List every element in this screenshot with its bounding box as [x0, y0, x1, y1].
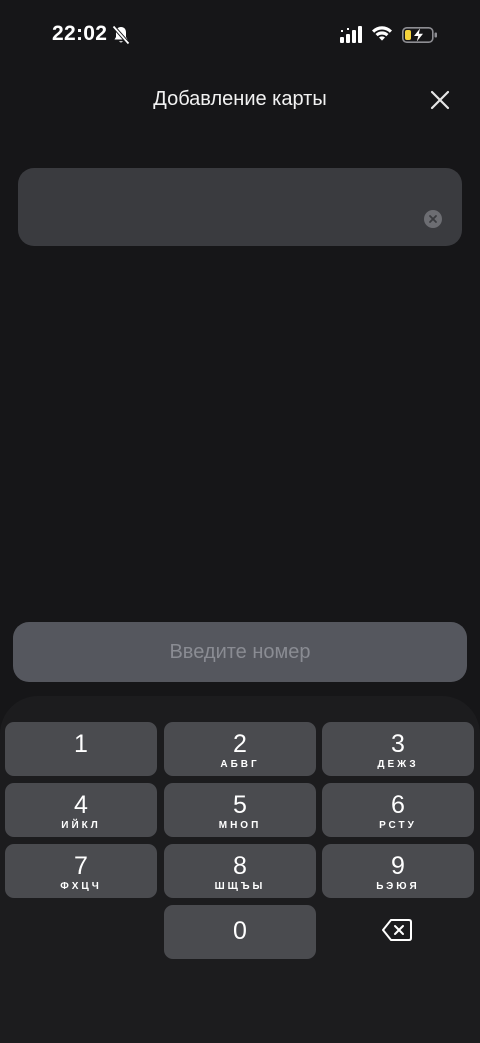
bell-slash-icon [112, 25, 130, 45]
key-9[interactable]: 9 ЬЭЮЯ [322, 844, 474, 898]
key-digit: 4 [74, 791, 88, 819]
key-letters: ШЩЪЫ [214, 881, 266, 892]
status-time: 22:02 [52, 22, 108, 45]
card-number-input[interactable] [34, 188, 414, 228]
submit-button[interactable]: Введите номер [13, 622, 467, 682]
key-letters: МНОП [218, 820, 262, 831]
key-letters: ИЙКЛ [61, 820, 101, 831]
key-digit: 2 [233, 730, 247, 758]
clear-icon[interactable] [424, 210, 442, 228]
key-2[interactable]: 2 АБВГ [164, 722, 316, 776]
key-4[interactable]: 4 ИЙКЛ [5, 783, 157, 837]
key-digit: 1 [74, 730, 88, 758]
key-letters: РСТУ [379, 820, 417, 831]
signal-icon [340, 26, 362, 43]
card-number-field[interactable] [18, 168, 462, 246]
key-8[interactable]: 8 ШЩЪЫ [164, 844, 316, 898]
page-title: Добавление карты [153, 88, 327, 110]
key-5[interactable]: 5 МНОП [164, 783, 316, 837]
close-icon[interactable] [426, 86, 454, 114]
key-digit: 9 [391, 852, 405, 880]
key-6[interactable]: 6 РСТУ [322, 783, 474, 837]
key-digit: 7 [74, 852, 88, 880]
backspace-icon[interactable] [382, 918, 412, 942]
key-digit: 6 [391, 791, 405, 819]
key-letters: ЬЭЮЯ [376, 881, 420, 892]
numeric-keypad: 1 2 АБВГ 3 ДЕЖЗ 4 ИЙКЛ 5 МНОП 6 РСТУ 7 Ф… [0, 696, 480, 1043]
key-letters: ДЕЖЗ [377, 759, 419, 770]
key-digit: 3 [391, 730, 405, 758]
key-digit: 5 [233, 791, 247, 819]
status-bar: 22:02 [0, 0, 480, 70]
key-0[interactable]: 0 [164, 905, 316, 959]
key-3[interactable]: 3 ДЕЖЗ [322, 722, 474, 776]
key-7[interactable]: 7 ФХЦЧ [5, 844, 157, 898]
key-digit: 8 [233, 852, 247, 880]
wifi-icon [372, 26, 392, 41]
key-letters: ФХЦЧ [60, 881, 102, 892]
key-letters: АБВГ [220, 759, 260, 770]
key-1[interactable]: 1 [5, 722, 157, 776]
key-digit: 0 [233, 917, 247, 945]
battery-charging-icon [402, 26, 437, 43]
